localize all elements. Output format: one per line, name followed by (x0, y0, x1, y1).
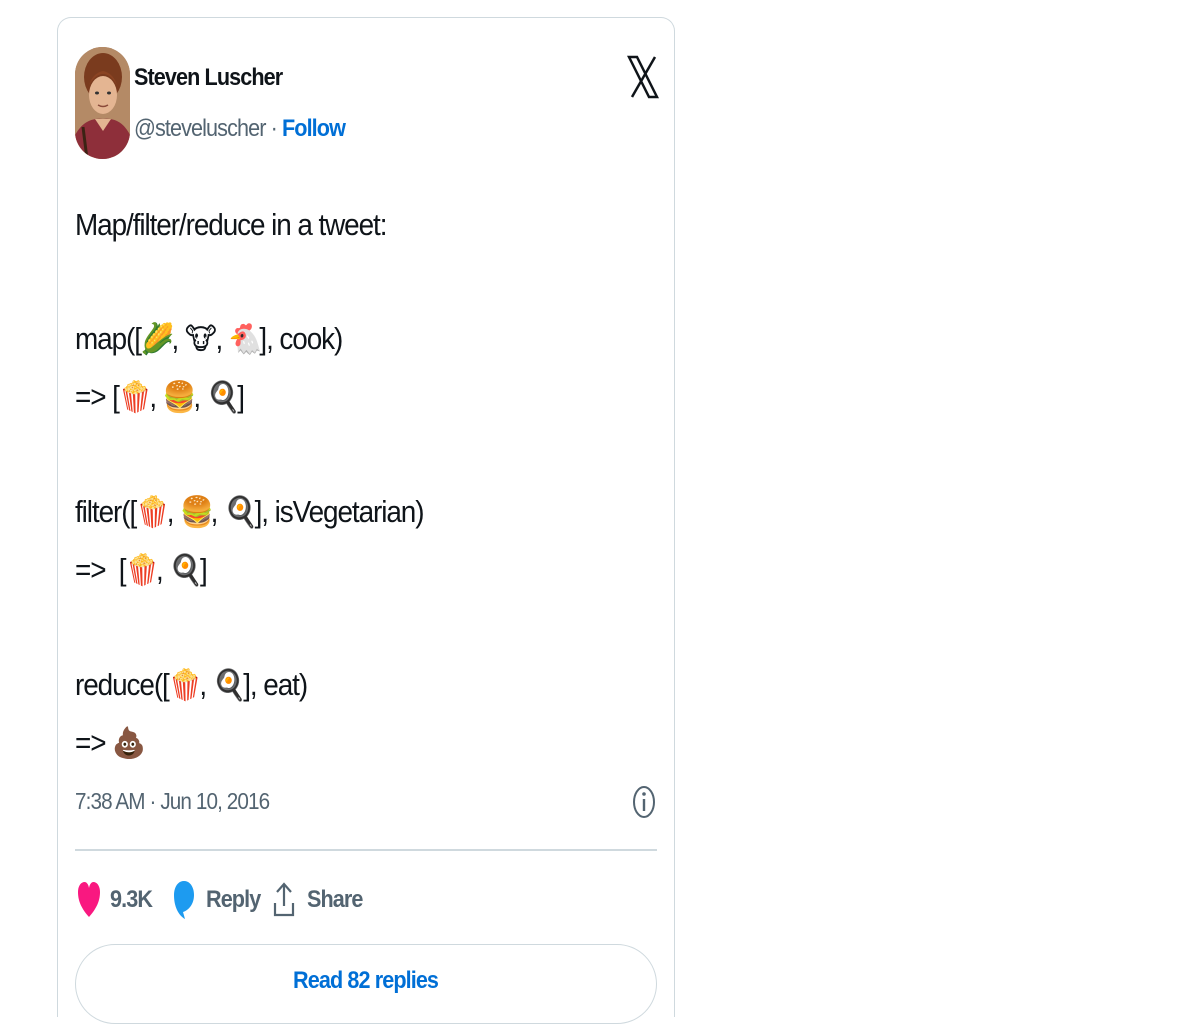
tweet-line: map([🌽, 🐮, 🐔], cook) (75, 310, 423, 368)
tweet-emoji: 🍿 (168, 669, 203, 702)
tweet-emoji: 🍿 (118, 381, 153, 414)
tweet-text: Map/filter/reduce in a tweet: map([🌽, 🐮, … (75, 196, 425, 772)
tweet-line: => [🍿, 🍔, 🍳] (75, 368, 423, 426)
tweet-timestamp[interactable]: 7:38 AM · Jun 10, 2016 (75, 788, 270, 815)
author-handle[interactable]: @steveluscher (134, 115, 266, 142)
tweet-text-segment: ], eat) (243, 667, 308, 702)
speech-bubble-icon (174, 881, 194, 919)
like-button[interactable]: 9.3K (77, 878, 157, 922)
tweet-line: filter([🍿, 🍔, 🍳], isVegetarian) (75, 483, 425, 541)
info-icon[interactable] (631, 784, 657, 820)
share-label: Share (307, 886, 363, 913)
x-logo-icon[interactable] (627, 53, 659, 101)
tweet-line: => [🍿, 🍳] (75, 541, 423, 599)
tweet-text-segment: , (156, 552, 170, 587)
tweet-emoji: 🍿 (136, 496, 170, 529)
tweet-emoji: 🍳 (206, 381, 241, 414)
tweet-emoji: 🍳 (212, 669, 247, 702)
reply-label: Reply (206, 886, 261, 913)
tweet-text-segment: , (149, 379, 163, 414)
tweet-text-segment: => [ (75, 552, 127, 587)
tweet-emoji: 🐮 (184, 323, 217, 356)
handle-separator: · (265, 115, 282, 142)
avatar[interactable] (75, 47, 130, 159)
tweet-text-segment: Map/filter/reduce in a tweet: (75, 207, 387, 242)
tweet-line: Map/filter/reduce in a tweet: (75, 196, 423, 253)
tweet-text-segment: , (199, 667, 213, 702)
tweet-text-segment: , (193, 379, 207, 414)
tweet-line: => 💩 (75, 714, 423, 772)
read-replies-button[interactable]: Read 82 replies (75, 944, 657, 1024)
tweet-text-segment: => [ (75, 379, 120, 414)
tweet-emoji: 🐔 (228, 323, 263, 356)
tweet-emoji: 🌽 (140, 323, 175, 356)
author-name[interactable]: Steven Luscher (134, 64, 283, 92)
avatar-image (75, 47, 130, 159)
tweet-line: reduce([🍿, 🍳], eat) (75, 656, 423, 714)
share-arrow-icon (273, 882, 295, 917)
read-replies-label: Read 82 replies (293, 967, 439, 994)
reply-button[interactable]: Reply (173, 878, 266, 922)
divider (75, 849, 657, 851)
like-count: 9.3K (110, 886, 153, 913)
tweet-text-segment: reduce([ (75, 667, 170, 702)
author-handle-line: @steveluscher · Follow (134, 115, 346, 143)
tweet-text-segment: ], cook) (259, 321, 343, 356)
tweet-text-segment: ], isVegetarian) (254, 494, 425, 529)
tweet-text-segment: map([ (75, 321, 142, 356)
heart-icon (78, 882, 100, 917)
tweet-text-segment: ] (237, 379, 245, 414)
tweet-text-segment: , (210, 494, 225, 529)
tweet-emoji: 🍿 (125, 554, 160, 587)
follow-button[interactable]: Follow (282, 115, 346, 142)
tweet-text-segment: filter([ (75, 494, 137, 529)
tweet-emoji: 🍳 (224, 496, 258, 529)
tweet-emoji: 🍳 (169, 554, 204, 587)
tweet-text-segment: , (215, 321, 229, 356)
tweet-emoji: 🍔 (180, 496, 214, 529)
tweet-text-segment: => (75, 725, 113, 760)
share-button[interactable]: Share (273, 878, 369, 922)
tweet-text-segment: , (166, 494, 181, 529)
tweet-text-segment: ] (199, 552, 208, 587)
tweet-text-segment: , (171, 321, 185, 356)
tweet-emoji: 🍔 (162, 381, 197, 414)
tweet-emoji: 💩 (112, 727, 146, 760)
